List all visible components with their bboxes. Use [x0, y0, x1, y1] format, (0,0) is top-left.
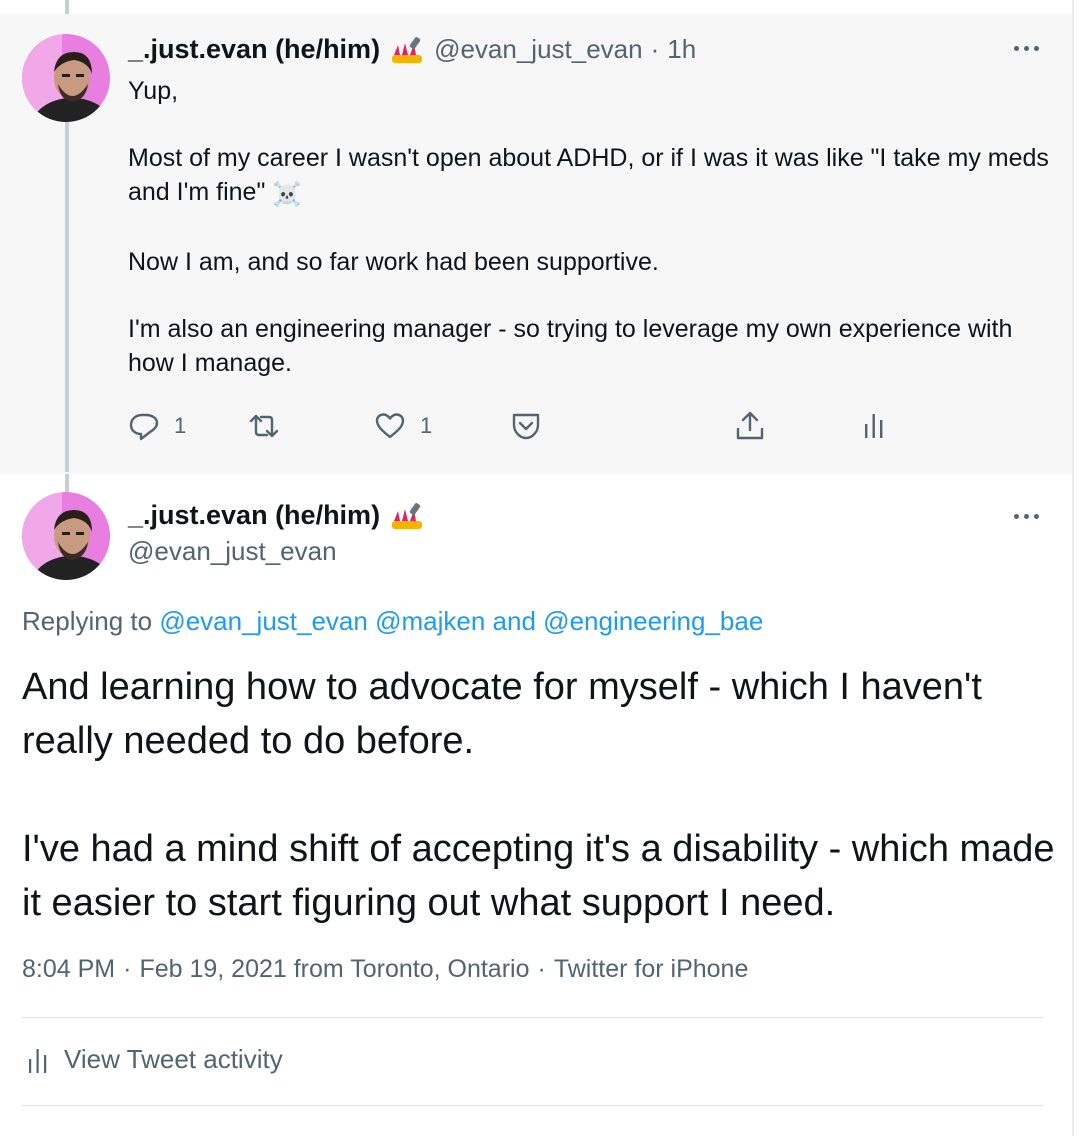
divider	[22, 1105, 1044, 1106]
main-tweet-text: And learning how to advocate for myself …	[22, 660, 1062, 984]
tweet-actions: 1 1	[128, 410, 928, 444]
reply-count: 1	[174, 413, 187, 438]
author-handle[interactable]: @evan_just_evan	[434, 34, 643, 65]
nail-polish-emoji-icon	[390, 35, 424, 65]
reply-icon	[129, 413, 159, 441]
tweet-source[interactable]: Twitter for iPhone	[554, 955, 749, 983]
parent-avatar[interactable]	[22, 34, 110, 122]
tweet-time[interactable]: 8:04 PM	[22, 955, 115, 983]
avatar-image	[22, 34, 110, 122]
analytics-icon	[29, 1048, 47, 1073]
parent-tweet-text: Yup, Most of my career I wasn't open abo…	[128, 74, 1058, 413]
more-options-icon[interactable]	[1006, 506, 1046, 526]
author-name[interactable]: _.just.evan (he/him)	[128, 500, 380, 531]
reply-button[interactable]: 1	[128, 410, 186, 442]
pocket-icon	[512, 413, 540, 440]
mention-link[interactable]: @engineering_bae	[543, 606, 763, 636]
more-options-icon[interactable]	[1006, 38, 1046, 58]
timeline-right-border	[1072, 0, 1074, 1136]
avatar-image	[22, 492, 110, 580]
tweet-paragraph-text: Most of my career I wasn't open about AD…	[128, 144, 1049, 206]
share-icon	[736, 411, 764, 440]
separator-dot: ·	[123, 955, 132, 983]
main-avatar[interactable]	[22, 492, 110, 580]
view-tweet-activity-label: View Tweet activity	[64, 1044, 283, 1074]
author-handle[interactable]: @evan_just_evan	[128, 536, 337, 567]
divider	[22, 1017, 1044, 1018]
separator-dot: ·	[650, 34, 660, 64]
like-button[interactable]: 1	[374, 410, 432, 442]
nail-polish-emoji-icon	[390, 501, 424, 531]
skull-emoji-icon: ☠️	[272, 181, 303, 208]
analytics-icon	[865, 414, 883, 438]
tweet-paragraph: I've had a mind shift of accepting it's …	[22, 828, 1055, 924]
separator-dot: ·	[537, 955, 546, 983]
tweet-date[interactable]: Feb 19, 2021	[139, 955, 286, 983]
save-pocket-button[interactable]	[510, 410, 542, 442]
thread-line	[65, 122, 69, 472]
tweet-location[interactable]: from Toronto, Ontario	[294, 955, 530, 983]
replying-prefix: Replying to	[22, 606, 153, 636]
tweet-analytics-button[interactable]	[858, 410, 890, 442]
main-header: _.just.evan (he/him)	[128, 500, 424, 531]
mention-link[interactable]: @evan_just_evan	[159, 606, 368, 636]
tweet-paragraph: And learning how to advocate for myself …	[22, 666, 982, 762]
tweet-paragraph: I'm also an engineering manager - so try…	[128, 315, 1013, 377]
share-button[interactable]	[734, 410, 766, 442]
replying-to: Replying to @evan_just_evan @majken and …	[22, 606, 763, 637]
parent-tweet[interactable]: _.just.evan (he/him) @evan_just_evan · 1…	[0, 14, 1072, 474]
mention-link[interactable]: @majken	[375, 606, 485, 636]
heart-icon	[375, 413, 405, 439]
view-tweet-activity-button[interactable]: View Tweet activity	[26, 1044, 283, 1075]
mention-and[interactable]: and	[493, 606, 536, 636]
tweet-metadata: 8:04 PM · Feb 19, 2021 from Toronto, Ontar…	[22, 955, 748, 984]
tweet-paragraph: Now I am, and so far work had been suppo…	[128, 248, 659, 276]
tweet-paragraph: Yup,	[128, 77, 179, 105]
author-name[interactable]: _.just.evan (he/him)	[128, 34, 380, 65]
parent-header: _.just.evan (he/him) @evan_just_evan · 1…	[128, 34, 696, 65]
like-count: 1	[420, 413, 433, 438]
thread-line-connector	[65, 474, 69, 492]
retweet-button[interactable]	[248, 410, 294, 442]
retweet-icon	[249, 414, 279, 438]
tweet-paragraph: Most of my career I wasn't open about AD…	[128, 141, 1058, 212]
tweet-time[interactable]: 1h	[667, 34, 696, 65]
